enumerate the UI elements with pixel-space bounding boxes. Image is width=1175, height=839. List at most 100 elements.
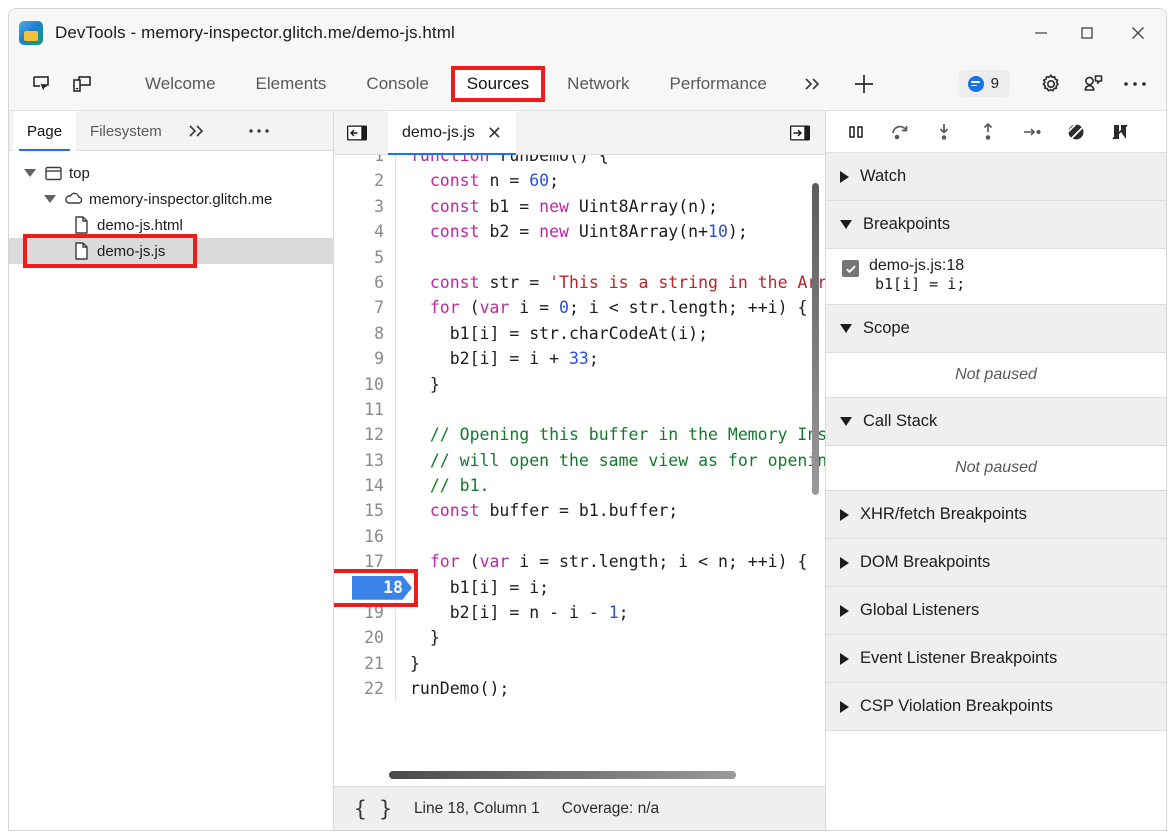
section-xhr-fetch-breakpoints[interactable]: XHR/fetch Breakpoints (826, 491, 1166, 539)
chevron-double-right-icon[interactable] (801, 74, 825, 94)
editor-pane: demo-js.js ✕ 1function runDemo() {2 cons… (334, 111, 826, 830)
section-call-stack[interactable]: Call Stack (826, 398, 1166, 446)
section-event-listener-breakpoints[interactable]: Event Listener Breakpoints (826, 635, 1166, 683)
tree-label: memory-inspector.glitch.me (85, 191, 272, 208)
line-number[interactable]: 6 (334, 270, 396, 295)
issues-badge[interactable]: 9 (959, 70, 1010, 97)
issues-message-icon (968, 76, 984, 92)
breakpoint-list-item[interactable]: demo-js.js:18 b1[i] = i; (826, 249, 1166, 305)
section-scope[interactable]: Scope (826, 305, 1166, 353)
breakpoint-code: b1[i] = i; (869, 273, 965, 293)
step-out-icon[interactable] (966, 112, 1010, 152)
section-label: XHR/fetch Breakpoints (860, 505, 1027, 524)
panel-tab-strip: Welcome Elements Console Sources Network… (9, 57, 1166, 111)
close-icon[interactable] (1110, 9, 1166, 57)
line-number[interactable]: 10 (334, 372, 396, 397)
editor-horizontal-scrollbar[interactable] (389, 771, 736, 779)
line-number[interactable]: 12 (334, 422, 396, 447)
line-number[interactable]: 9 (334, 346, 396, 371)
line-text (396, 245, 410, 270)
code-line: 11 (334, 397, 825, 422)
line-number[interactable]: 5 (334, 245, 396, 270)
section-breakpoints[interactable]: Breakpoints (826, 201, 1166, 249)
section-csp-violation-breakpoints[interactable]: CSP Violation Breakpoints (826, 683, 1166, 731)
line-number[interactable]: 20 (334, 625, 396, 650)
expand-triangle-icon[interactable] (19, 169, 41, 177)
deactivate-breakpoints-icon[interactable] (1054, 112, 1098, 152)
line-number[interactable]: 13 (334, 448, 396, 473)
section-dom-breakpoints[interactable]: DOM Breakpoints (826, 539, 1166, 587)
pause-on-exceptions-icon[interactable] (1098, 112, 1142, 152)
line-text: b1[i] = str.charCodeAt(i); (396, 321, 708, 346)
tab-performance[interactable]: Performance (654, 68, 783, 100)
line-text: } (396, 651, 420, 676)
more-horizontal-icon[interactable] (1118, 67, 1152, 101)
line-number[interactable]: 22 (334, 676, 396, 701)
window-title: DevTools - memory-inspector.glitch.me/de… (55, 23, 455, 43)
chevron-double-right-icon[interactable] (176, 122, 218, 140)
plus-icon[interactable] (851, 71, 877, 97)
panel-expand-right-icon[interactable] (785, 118, 815, 148)
expand-triangle-icon[interactable] (39, 195, 61, 203)
sources-panel: Page Filesystem (9, 111, 1166, 830)
maximize-icon[interactable] (1064, 9, 1110, 57)
gear-icon[interactable] (1034, 67, 1068, 101)
tab-elements[interactable]: Elements (240, 68, 343, 100)
tab-sources[interactable]: Sources (467, 74, 529, 94)
nav-tab-page[interactable]: Page (13, 111, 76, 151)
nav-tab-filesystem[interactable]: Filesystem (76, 111, 176, 151)
section-global-listeners[interactable]: Global Listeners (826, 587, 1166, 635)
editor-tab-demo-js-js[interactable]: demo-js.js ✕ (388, 111, 516, 155)
line-text: b2[i] = i + 33; (396, 346, 599, 371)
inspect-element-icon[interactable] (25, 67, 59, 101)
line-number[interactable]: 3 (334, 194, 396, 219)
step-into-icon[interactable] (922, 112, 966, 152)
step-icon[interactable] (1010, 112, 1054, 152)
line-number[interactable]: 21 (334, 651, 396, 676)
panel-collapse-left-icon[interactable] (342, 118, 372, 148)
line-number[interactable]: 14 (334, 473, 396, 498)
line-number[interactable]: 2 (334, 168, 396, 193)
tab-network[interactable]: Network (551, 68, 645, 100)
tab-welcome[interactable]: Welcome (129, 68, 232, 100)
minimize-icon[interactable] (1018, 9, 1064, 57)
tree-node-top[interactable]: top (9, 160, 333, 186)
line-number[interactable]: 8 (334, 321, 396, 346)
debugger-toolbar (826, 111, 1166, 153)
issues-count: 9 (991, 75, 999, 92)
line-text (396, 397, 410, 422)
breakpoint-checkbox[interactable] (842, 260, 859, 277)
pause-script-icon[interactable] (834, 112, 878, 152)
line-number[interactable]: 19 (334, 600, 396, 625)
chevron-right-icon (840, 653, 849, 665)
more-horizontal-icon[interactable] (248, 127, 270, 135)
line-number[interactable]: 11 (334, 397, 396, 422)
coverage-status: Coverage: n/a (562, 800, 659, 818)
pretty-print-icon[interactable]: { } (354, 797, 392, 821)
device-toolbar-icon[interactable] (65, 67, 99, 101)
line-text: } (396, 372, 440, 397)
code-line: 22runDemo(); (334, 676, 825, 701)
code-line: 20 } (334, 625, 825, 650)
tree-node-origin[interactable]: memory-inspector.glitch.me (9, 186, 333, 212)
close-icon[interactable]: ✕ (487, 124, 502, 142)
line-number[interactable]: 1 (334, 155, 396, 168)
feedback-icon[interactable] (1076, 67, 1110, 101)
editor-vertical-scrollbar[interactable] (812, 183, 819, 495)
code-line: 7 for (var i = 0; i < str.length; ++i) { (334, 295, 825, 320)
line-number[interactable]: 4 (334, 219, 396, 244)
line-number[interactable]: 7 (334, 295, 396, 320)
tab-console[interactable]: Console (350, 68, 444, 100)
code-line: 14 // b1. (334, 473, 825, 498)
section-watch[interactable]: Watch (826, 153, 1166, 201)
line-number[interactable]: 17 (334, 549, 396, 574)
code-line: 21} (334, 651, 825, 676)
code-editor[interactable]: 1function runDemo() {2 const n = 60;3 co… (334, 155, 825, 764)
breakpoint-marker-line-18[interactable]: 18 (352, 576, 412, 600)
cursor-position: Line 18, Column 1 (414, 800, 540, 818)
line-number[interactable]: 15 (334, 498, 396, 523)
chevron-right-icon (840, 557, 849, 569)
line-number[interactable]: 16 (334, 524, 396, 549)
step-over-icon[interactable] (878, 112, 922, 152)
line-text: for (var i = 0; i < str.length; ++i) { (396, 295, 807, 320)
